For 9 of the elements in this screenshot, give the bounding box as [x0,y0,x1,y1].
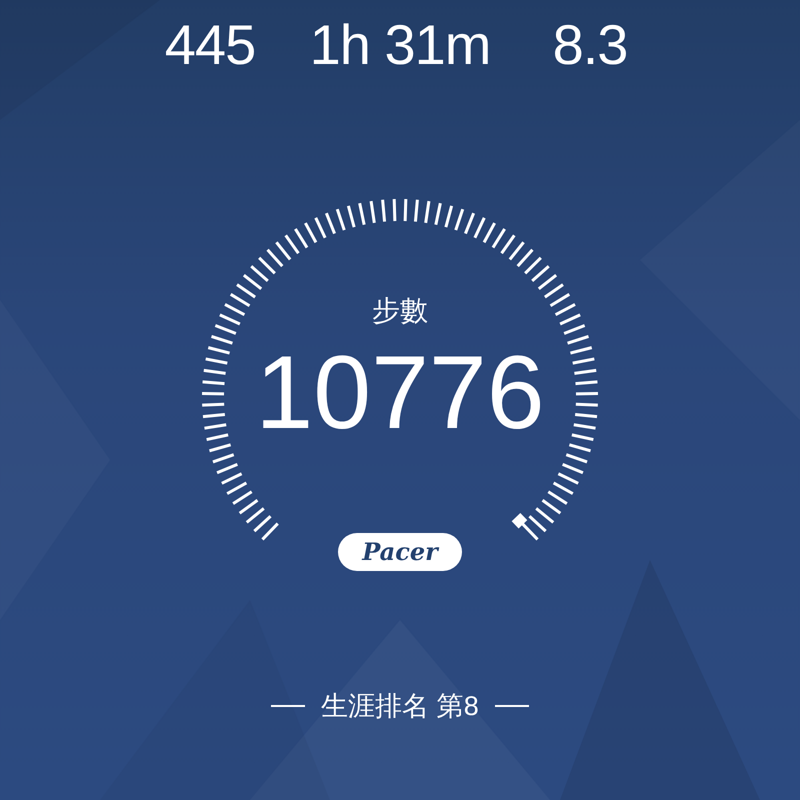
step-count: 10776 [255,338,545,448]
logo-badge: Pacer [338,533,462,571]
stat-value: 445 [164,13,256,76]
career-rank-text: 生涯排名 第8 [321,690,479,723]
dash-line [271,705,306,707]
steps-label: 步數 [372,294,428,328]
stat-value: 8.3 [552,13,628,76]
stat-value: 1h 31m [310,13,490,76]
dash-line [494,705,529,707]
